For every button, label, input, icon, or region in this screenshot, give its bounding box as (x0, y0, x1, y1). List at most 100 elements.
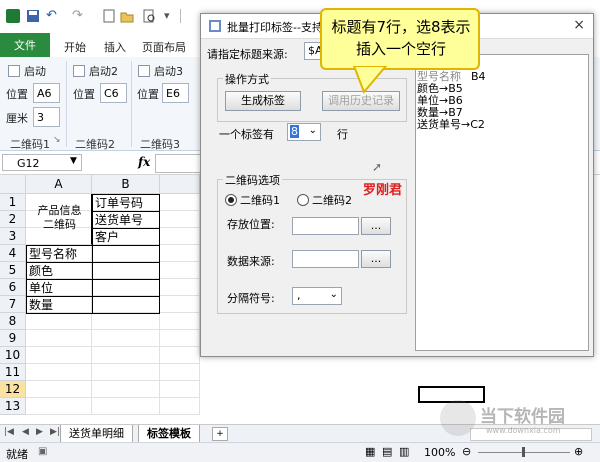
formula-input[interactable] (155, 154, 202, 173)
grid-cell[interactable] (26, 364, 92, 381)
row-header-12[interactable]: 12 (0, 381, 26, 398)
grid-cell[interactable] (160, 279, 200, 296)
grid-cell[interactable] (160, 228, 200, 245)
grid-cell[interactable] (26, 313, 92, 330)
cell-b2[interactable]: 送货单号 (92, 211, 160, 229)
grid-cell[interactable] (160, 330, 200, 347)
close-icon[interactable]: × (573, 17, 585, 33)
cell-a6[interactable]: 单位 (26, 279, 93, 297)
print-preview-icon[interactable] (142, 9, 156, 23)
cell-a7[interactable]: 数量 (26, 296, 93, 314)
name-box-dropdown-icon[interactable]: ▼ (70, 156, 77, 166)
undo-icon[interactable]: ↶ (46, 9, 60, 23)
row-header-8[interactable]: 8 (0, 313, 26, 330)
tab-file[interactable]: 文件 (0, 33, 50, 57)
enable-qr2-checkbox[interactable] (73, 65, 85, 77)
enable-qr3-checkbox[interactable] (138, 65, 150, 77)
row-header-1[interactable]: 1 (0, 194, 26, 211)
grid-cell[interactable] (160, 398, 200, 415)
cell-b4[interactable] (92, 245, 160, 263)
sheet-nav-first-icon[interactable]: |◀ (4, 427, 14, 437)
grid-cell[interactable] (26, 347, 92, 364)
cell-a4[interactable]: 型号名称 (26, 245, 93, 263)
grid-cell[interactable] (160, 211, 200, 228)
select-all-corner[interactable] (0, 175, 26, 194)
customize-qat-icon[interactable]: ▾ (164, 9, 178, 23)
qr1-size-input[interactable]: 3 (33, 107, 60, 127)
generate-labels-button[interactable]: 生成标签 (225, 91, 301, 111)
row-header-7[interactable]: 7 (0, 296, 26, 313)
grid-cell[interactable] (26, 398, 92, 415)
column-header-b[interactable]: B (92, 175, 160, 194)
sheet-tab-label-template[interactable]: 标签模板 (138, 425, 200, 443)
qr2-position-input[interactable]: C6 (100, 83, 127, 103)
cell-b3[interactable]: 客户 (92, 228, 160, 246)
grid-cell[interactable] (160, 245, 200, 262)
sheet-nav-prev-icon[interactable]: ◀ (22, 427, 29, 437)
row-header-9[interactable]: 9 (0, 330, 26, 347)
grid-cell[interactable] (160, 313, 200, 330)
qr2-radio[interactable] (297, 194, 309, 206)
zoom-in-icon[interactable]: ⊕ (574, 445, 583, 458)
cell-b6[interactable] (92, 279, 160, 297)
column-header-c[interactable] (160, 175, 200, 194)
storage-browse-button[interactable]: ... (361, 217, 391, 235)
grid-cell[interactable] (160, 347, 200, 364)
macro-record-icon[interactable]: ▣ (38, 446, 47, 457)
tab-page-layout[interactable]: 页面布局 (142, 39, 186, 55)
load-history-button[interactable]: 调用历史记录 (322, 91, 400, 111)
dialog-launcher-icon[interactable]: ↘ (53, 135, 61, 145)
zoom-level[interactable]: 100% (424, 446, 455, 459)
grid-cell[interactable] (92, 398, 160, 415)
data-source-input[interactable] (292, 250, 359, 268)
zoom-slider-thumb[interactable] (522, 447, 525, 457)
sheet-nav-next-icon[interactable]: ▶ (36, 427, 43, 437)
grid-cell[interactable] (160, 296, 200, 313)
grid-cell[interactable] (160, 194, 200, 211)
page-layout-view-icon[interactable]: ▤ (382, 445, 392, 458)
grid-cell[interactable] (92, 347, 160, 364)
row-header-6[interactable]: 6 (0, 279, 26, 296)
grid-cell[interactable] (160, 262, 200, 279)
redo-icon[interactable]: ↷ (72, 9, 86, 23)
grid-cell[interactable] (92, 330, 160, 347)
separator-select[interactable]: , ⌄ (292, 287, 342, 305)
row-header-11[interactable]: 11 (0, 364, 26, 381)
page-break-view-icon[interactable]: ▥ (399, 445, 409, 458)
tab-insert[interactable]: 插入 (104, 39, 126, 55)
enable-qr1-checkbox[interactable] (8, 65, 20, 77)
grid-cell[interactable] (92, 313, 160, 330)
row-header-3[interactable]: 3 (0, 228, 26, 245)
normal-view-icon[interactable]: ▦ (365, 445, 375, 458)
qr3-position-input[interactable]: E6 (162, 83, 189, 103)
new-file-icon[interactable] (102, 9, 116, 23)
grid-cell[interactable] (160, 364, 200, 381)
tab-home[interactable]: 开始 (64, 39, 86, 55)
zoom-out-icon[interactable]: ⊖ (462, 445, 471, 458)
row-header-13[interactable]: 13 (0, 398, 26, 415)
save-icon[interactable] (26, 9, 40, 23)
open-folder-icon[interactable] (120, 9, 134, 23)
cell-b1[interactable]: 订单号码 (92, 194, 160, 212)
cell-a5[interactable]: 颜色 (26, 262, 93, 280)
grid-cell[interactable] (160, 381, 200, 398)
qr1-radio[interactable] (225, 194, 237, 206)
qr1-position-input[interactable]: A6 (33, 83, 60, 103)
data-source-browse-button[interactable]: ... (361, 250, 391, 268)
function-icon[interactable]: fx (138, 155, 150, 169)
row-header-10[interactable]: 10 (0, 347, 26, 364)
grid-cell[interactable] (26, 381, 92, 398)
row-header-4[interactable]: 4 (0, 245, 26, 262)
cell-b7[interactable] (92, 296, 160, 314)
grid-cell[interactable] (92, 364, 160, 381)
row-header-2[interactable]: 2 (0, 211, 26, 228)
storage-location-input[interactable] (292, 217, 359, 235)
grid-cell[interactable] (26, 330, 92, 347)
sheet-nav-last-icon[interactable]: ▶| (50, 427, 60, 437)
column-header-a[interactable]: A (26, 175, 92, 194)
row-header-5[interactable]: 5 (0, 262, 26, 279)
cell-b5[interactable] (92, 262, 160, 280)
field-mapping-list[interactable]: 1 型号名称 B4 颜色→B5 单位→B6 数量→B7 送货单号→C2 (415, 54, 589, 351)
cell-a1-merged[interactable]: 产品信息 二维码 (26, 194, 92, 245)
rows-per-label-select[interactable]: 8 ⌄ (287, 123, 321, 141)
